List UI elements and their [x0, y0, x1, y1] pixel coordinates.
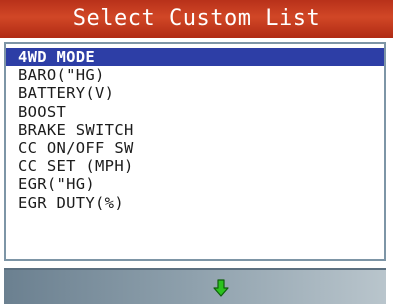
- list-item-egr[interactable]: EGR("HG): [6, 175, 384, 193]
- list-item-battery[interactable]: BATTERY(V): [6, 84, 384, 102]
- list-item-brake-switch[interactable]: BRAKE SWITCH: [6, 121, 384, 139]
- list-item-boost[interactable]: BOOST: [6, 103, 384, 121]
- list-item-egr-duty[interactable]: EGR DUTY(%): [6, 194, 384, 212]
- custom-list-panel: 4WD MODE BARO("HG) BATTERY(V) BOOST BRAK…: [4, 42, 386, 261]
- list-item-cc-on-off-sw[interactable]: CC ON/OFF SW: [6, 139, 384, 157]
- list-item-4wd-mode[interactable]: 4WD MODE: [6, 48, 384, 67]
- screen-title: Select Custom List: [0, 0, 393, 38]
- scan-tool-screen: Select Custom List 4WD MODE BARO("HG) BA…: [0, 0, 393, 307]
- list-item-cc-set-mph[interactable]: CC SET (MPH): [6, 157, 384, 175]
- scroll-indicator-bar: [4, 268, 386, 304]
- down-arrow-icon[interactable]: [213, 279, 229, 297]
- list-item-baro[interactable]: BARO("HG): [6, 66, 384, 84]
- custom-pid-list: 4WD MODE BARO("HG) BATTERY(V) BOOST BRAK…: [6, 48, 384, 212]
